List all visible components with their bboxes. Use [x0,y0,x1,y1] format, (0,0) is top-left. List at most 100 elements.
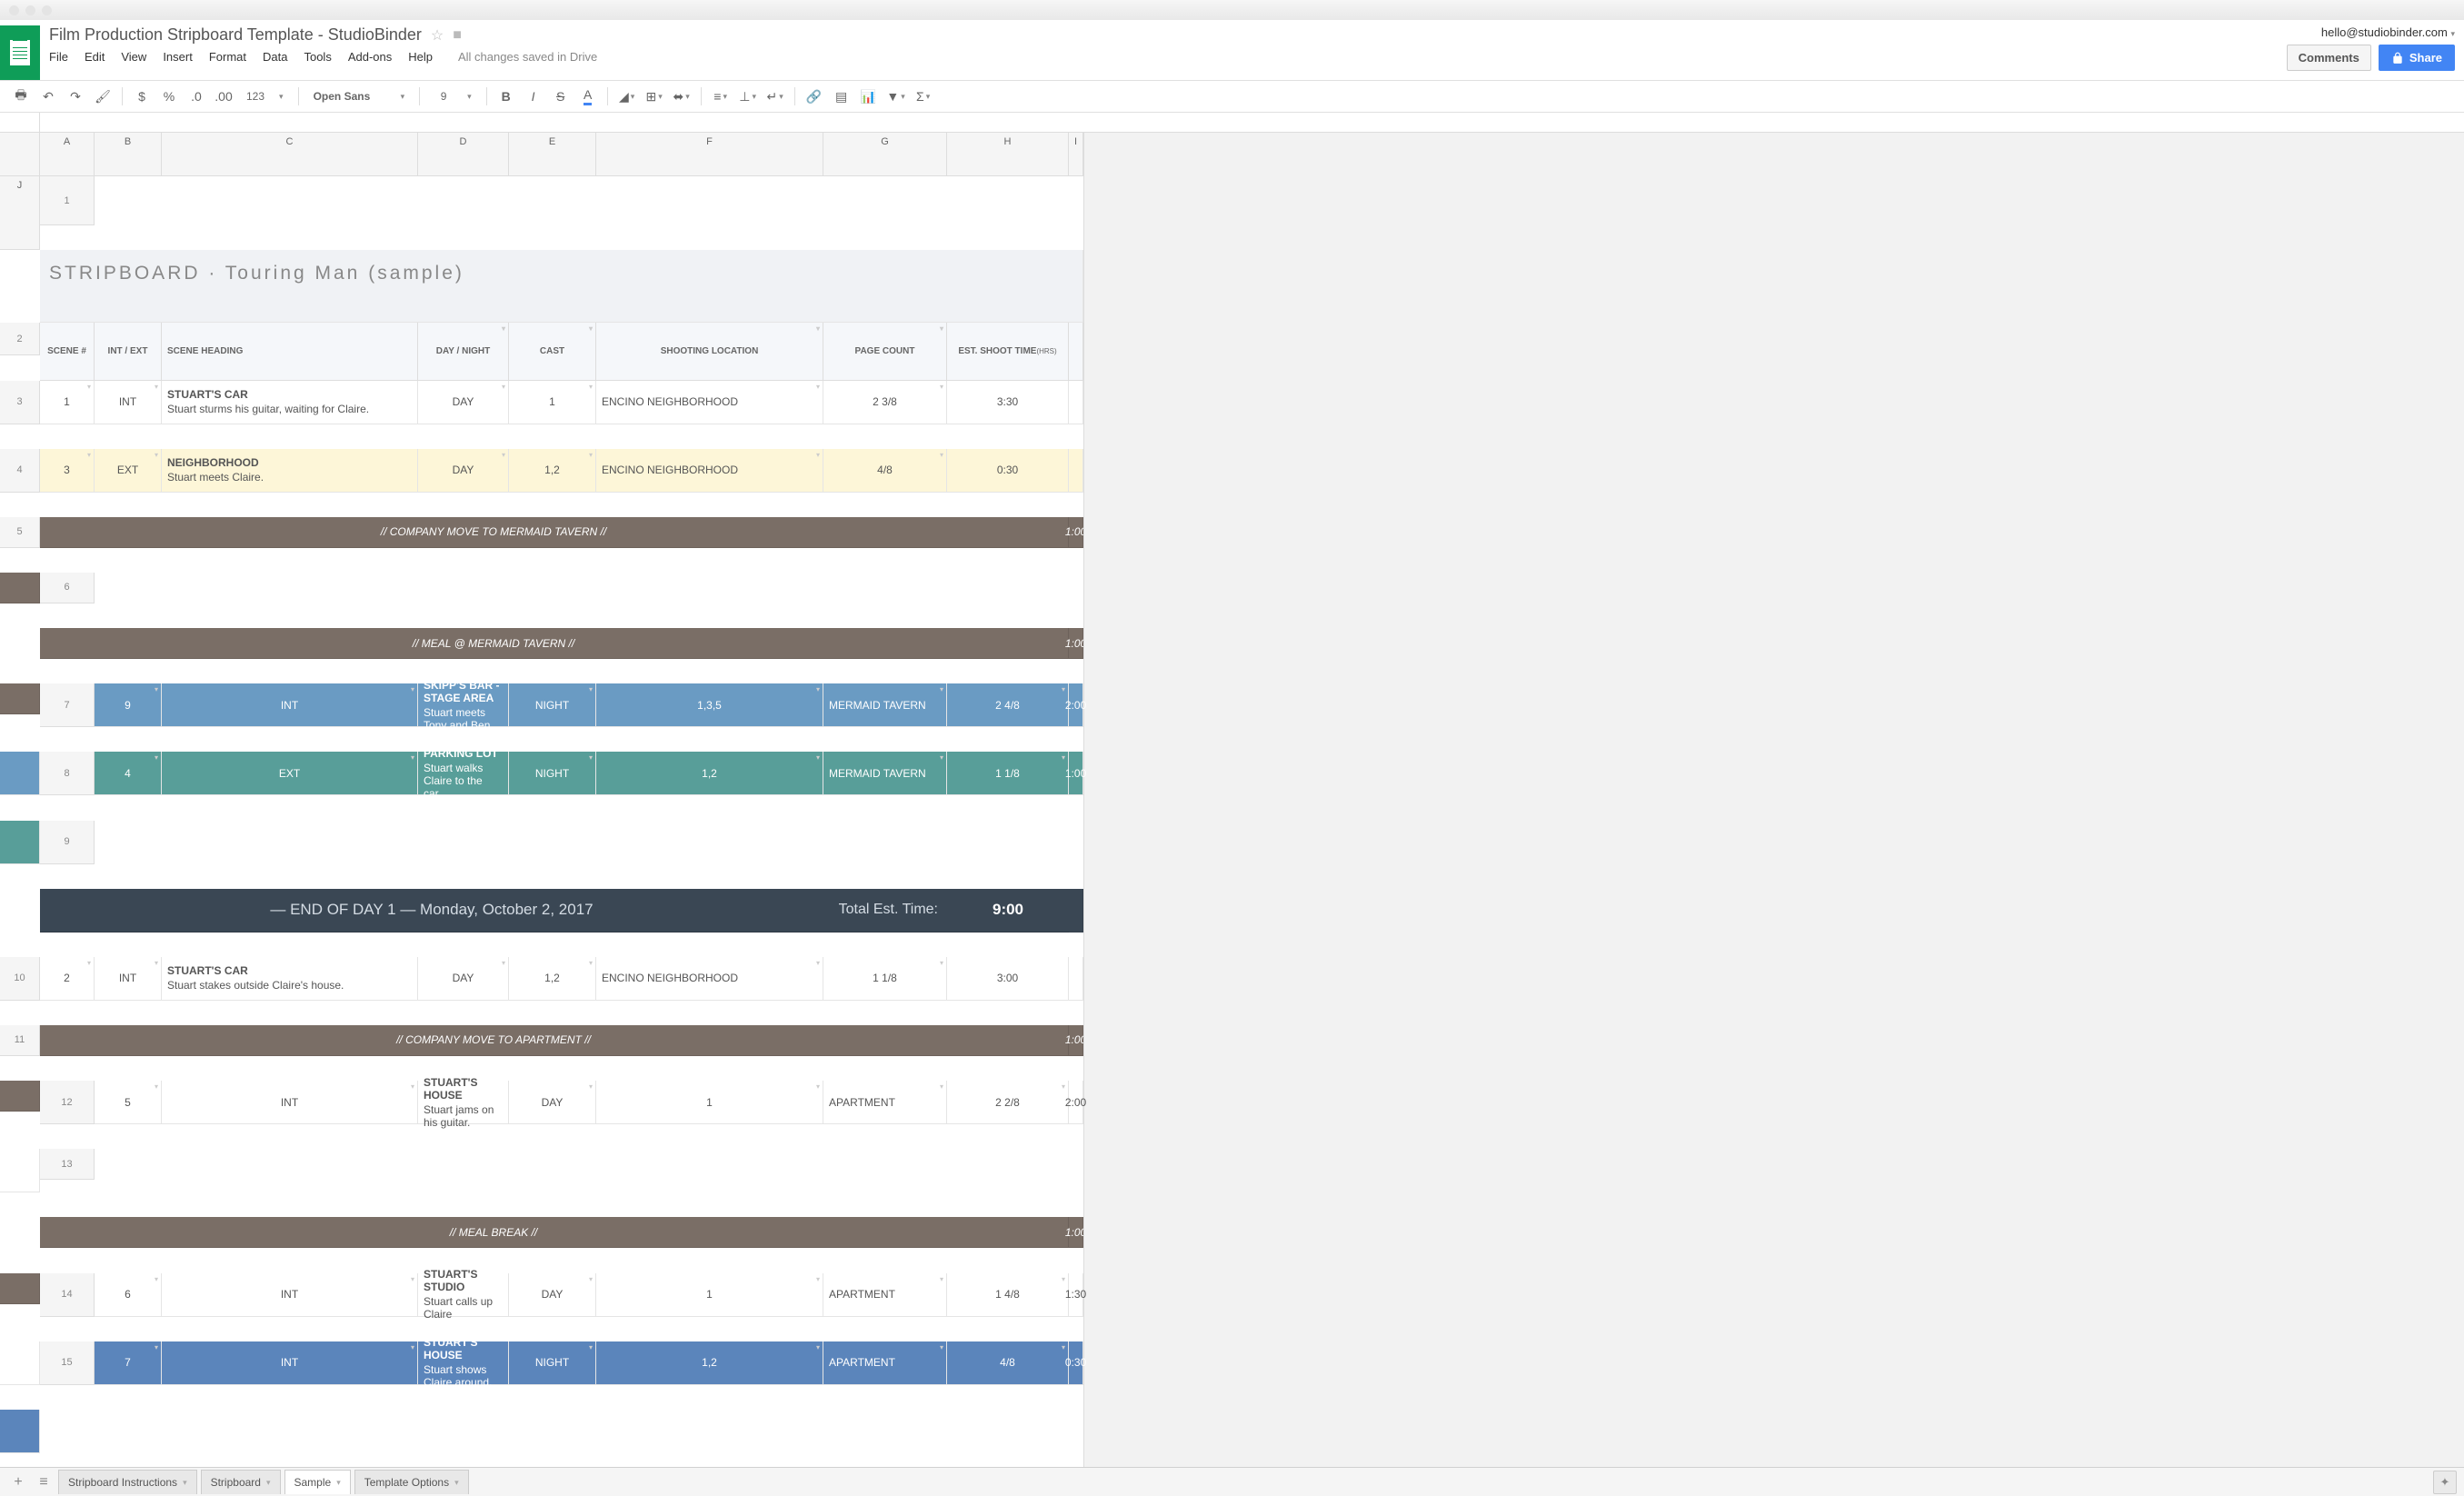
eod-text[interactable]: — END OF DAY 1 — Monday, October 2, 2017 [40,889,823,933]
sheet-tab-sample[interactable]: Sample ▾ [284,1470,351,1494]
cell-time[interactable]: 1:00 [1069,752,1083,795]
cell-pagecount[interactable]: 1 1/8 [823,957,947,1001]
banner-j[interactable] [0,1273,40,1304]
row-header-4[interactable]: 4 [0,449,40,493]
fill-color-icon[interactable]: ◢▾ [615,85,639,108]
menu-insert[interactable]: Insert [163,50,193,64]
banner-empty[interactable] [947,517,1069,548]
cell-heading[interactable]: PARKING LOTStuart walks Claire to the ca… [418,752,509,795]
cell-j[interactable] [0,752,40,795]
column-header-D[interactable]: D [418,133,509,176]
column-header-B[interactable]: B [95,133,162,176]
cell-j[interactable] [0,1149,40,1192]
banner-text[interactable]: // MEAL BREAK // [40,1217,947,1248]
cell-heading[interactable]: STUART'S HOUSEStuart jams on his guitar. [418,1081,509,1124]
menu-data[interactable]: Data [263,50,287,64]
name-box[interactable] [0,113,40,132]
merge-cells-icon[interactable]: ⬌▾ [670,85,693,108]
cell-pagecount[interactable]: 1 4/8 [947,1273,1069,1317]
row-header-14[interactable]: 14 [40,1273,95,1317]
row-header-8[interactable]: 8 [40,752,95,795]
eod-total-label[interactable]: Total Est. Time: [823,889,947,933]
bold-icon[interactable]: B [494,85,518,108]
cell-time[interactable]: 1:30 [1069,1273,1083,1317]
increase-decimal-icon[interactable]: .00 [212,85,235,108]
spreadsheet-grid[interactable]: ABCDEFGHIJ1STRIPBOARD · Touring Man (sam… [0,133,1083,1478]
filter-icon[interactable]: ▼▾ [884,85,908,108]
decrease-decimal-icon[interactable]: .0 [185,85,208,108]
cell-cast[interactable]: 1,3,5 [596,683,823,727]
insert-comment-icon[interactable]: ▤ [830,85,853,108]
row-header-13[interactable]: 13 [40,1149,95,1180]
banner-time[interactable]: 1:00 [1069,517,1083,548]
paint-format-icon[interactable]: 🖌 [91,85,115,108]
text-color-icon[interactable]: A [576,85,600,108]
cell-daynight[interactable]: DAY [418,449,509,493]
cell-scene[interactable]: 6 [95,1273,162,1317]
text-wrap-icon[interactable]: ↵▾ [763,85,787,108]
cell-location[interactable]: APARTMENT [823,1081,947,1124]
cell-j[interactable] [0,1410,40,1453]
cell-pagecount[interactable]: 1 1/8 [947,752,1069,795]
folder-icon[interactable]: ■ [453,27,462,44]
cell-cast[interactable]: 1 [596,1081,823,1124]
banner-text[interactable]: // MEAL @ MERMAID TAVERN // [40,628,947,659]
v-align-icon[interactable]: ⊥▾ [736,85,760,108]
row-header-1[interactable]: 1 [40,176,95,225]
banner-text[interactable]: // COMPANY MOVE TO APARTMENT // [40,1025,947,1056]
column-header-F[interactable]: F [596,133,823,176]
insert-chart-icon[interactable]: 📊 [857,85,881,108]
share-button[interactable]: Share [2379,45,2455,71]
cell-time[interactable]: 2:00 [1069,683,1083,727]
column-header-C[interactable]: C [162,133,418,176]
cell-cast[interactable]: 1,2 [509,449,596,493]
column-header-J[interactable]: J [0,176,40,250]
row-header-7[interactable]: 7 [40,683,95,727]
cell-heading[interactable]: NEIGHBORHOODStuart meets Claire. [162,449,418,493]
menu-help[interactable]: Help [408,50,433,64]
font-family-select[interactable]: Open Sans▾ [306,90,413,103]
cell-intext[interactable]: EXT [162,752,418,795]
cell-time[interactable]: 3:00 [947,957,1069,1001]
banner-time[interactable]: 1:00 [1069,1217,1083,1248]
format-currency-icon[interactable]: $ [130,85,154,108]
cell-intext[interactable]: INT [162,1273,418,1317]
cell-j[interactable] [0,1341,40,1385]
cell-daynight[interactable]: NIGHT [509,683,596,727]
star-icon[interactable]: ☆ [431,26,444,45]
banner-time[interactable]: 1:00 [1069,1025,1083,1056]
cell-time[interactable]: 2:00 [1069,1081,1083,1124]
cell-scene[interactable]: 3 [40,449,95,493]
cell-j[interactable] [0,821,40,864]
cell-scene[interactable]: 4 [95,752,162,795]
comments-button[interactable]: Comments [2287,45,2371,71]
cell-intext[interactable]: INT [95,381,162,424]
cell-heading[interactable]: STUART'S STUDIOStuart calls up Claire [418,1273,509,1317]
banner-j[interactable] [0,1081,40,1112]
cell-scene[interactable]: 9 [95,683,162,727]
cell-cast[interactable]: 1,2 [596,1341,823,1385]
insert-link-icon[interactable]: 🔗 [803,85,826,108]
cell-intext[interactable]: INT [162,683,418,727]
cell-j[interactable] [1069,957,1083,1001]
cell-time[interactable]: 0:30 [947,449,1069,493]
functions-icon[interactable]: Σ▾ [912,85,935,108]
cell-intext[interactable]: INT [95,957,162,1001]
cell-pagecount[interactable]: 2 4/8 [947,683,1069,727]
menu-format[interactable]: Format [209,50,246,64]
print-icon[interactable]: 🖶 [9,85,33,108]
row-header-9[interactable]: 9 [40,821,95,864]
banner-j[interactable] [0,573,40,603]
menu-edit[interactable]: Edit [85,50,105,64]
borders-icon[interactable]: ⊞▾ [643,85,666,108]
explore-button[interactable]: ✦ [2433,1471,2457,1494]
cell-heading[interactable]: STUART'S CARStuart stakes outside Claire… [162,957,418,1001]
cell-cast[interactable]: 1,2 [509,957,596,1001]
row-header-6[interactable]: 6 [40,573,95,603]
document-title[interactable]: Film Production Stripboard Template - St… [49,25,422,45]
cell-scene[interactable]: 5 [95,1081,162,1124]
cell-daynight[interactable]: DAY [418,957,509,1001]
cell-scene[interactable]: 7 [95,1341,162,1385]
column-header-H[interactable]: H [947,133,1069,176]
cell-cast[interactable]: 1,2 [596,752,823,795]
